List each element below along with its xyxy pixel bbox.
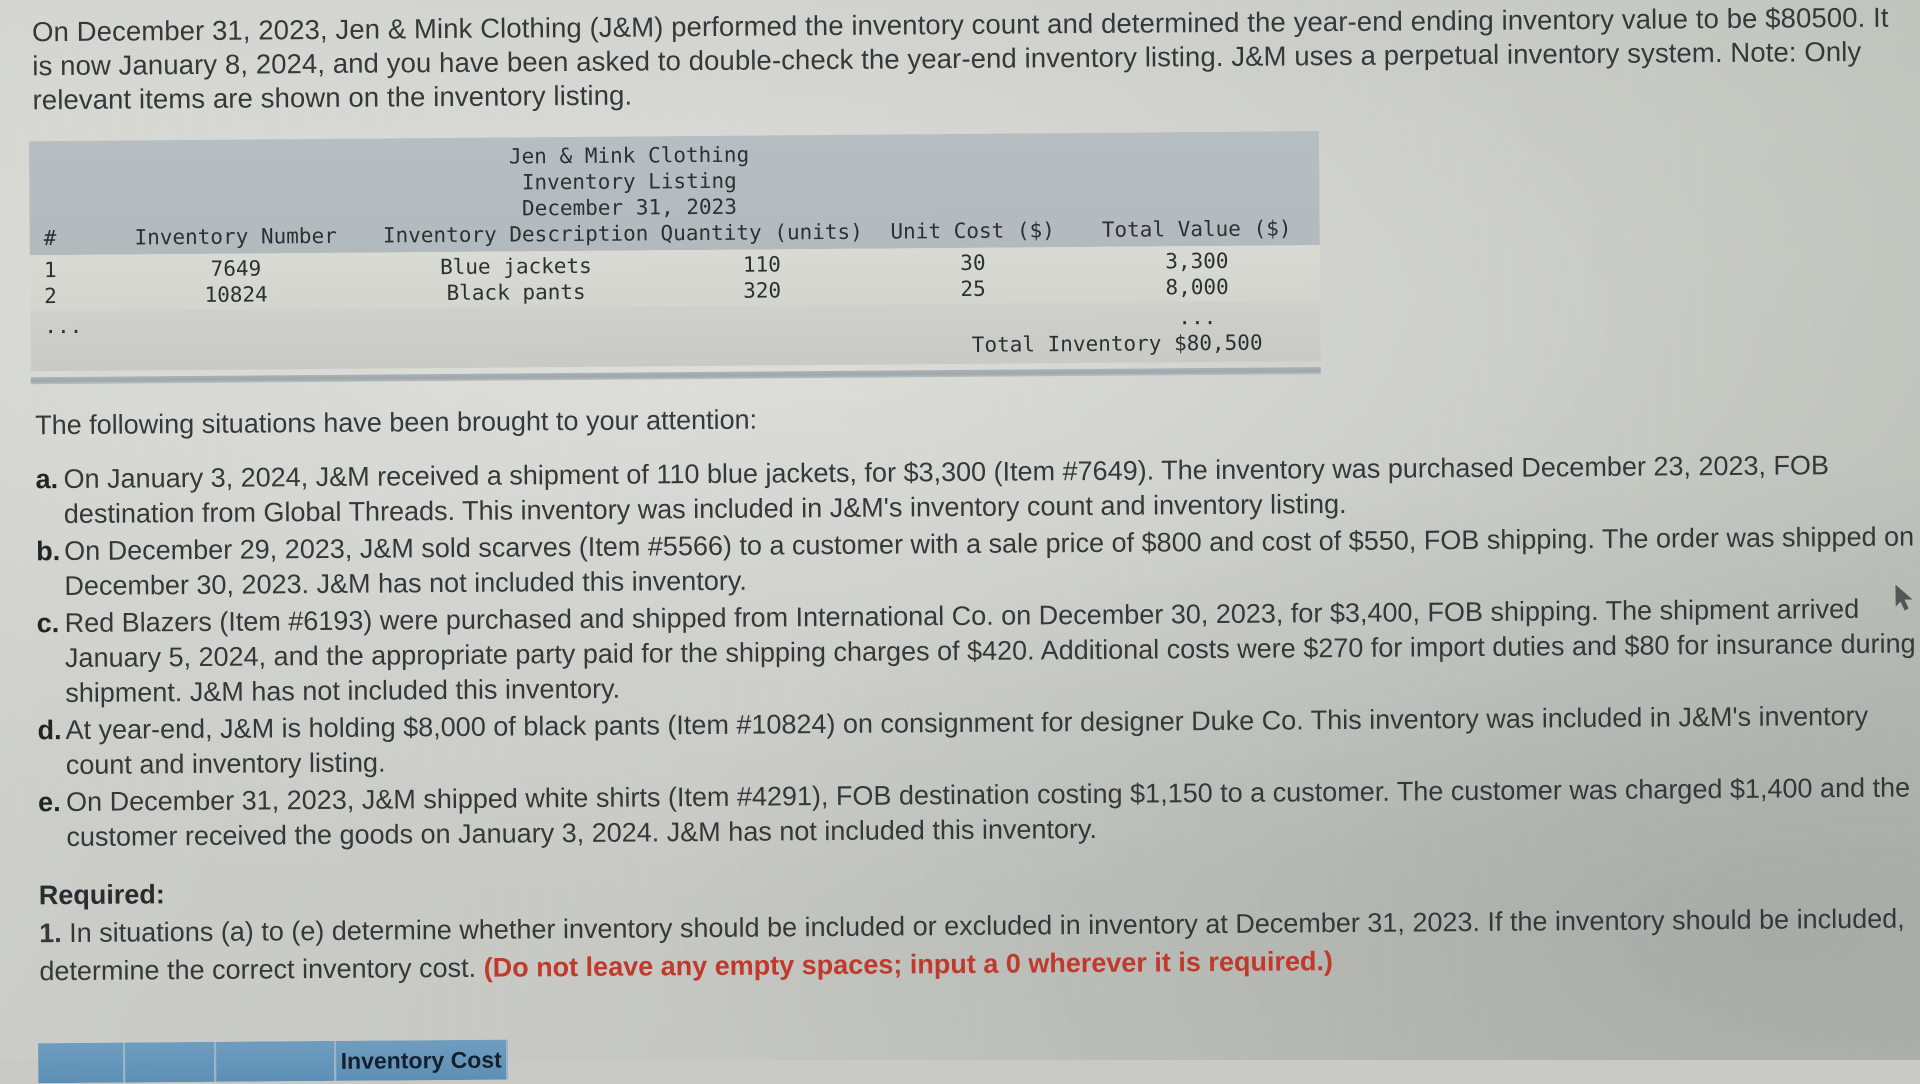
list-item: d. At year-end, J&M is holding $8,000 of…: [37, 698, 1920, 783]
column-header-total-value: Total Value ($): [1101, 216, 1292, 242]
ellipsis-left: ...: [44, 313, 83, 339]
cell-num: 2: [44, 284, 57, 309]
listing-footer: ... ... Total Inventory $80,500: [30, 301, 1321, 372]
column-header-inventory-description: Inventory Description: [382, 221, 649, 248]
answer-col-2-header[interactable]: [124, 1041, 217, 1083]
listing-header-band: Jen & Mink Clothing Inventory Listing De…: [28, 131, 1320, 256]
situation-text-e: On December 31, 2023, J&M shipped white …: [65, 772, 1911, 853]
cell-total-value: 8,000: [1165, 274, 1229, 300]
situations-list: a. On January 3, 2024, J&M received a sh…: [35, 447, 1920, 857]
situation-marker-e: e.: [37, 787, 61, 818]
column-header-num: #: [43, 226, 57, 251]
situation-text-b: On December 29, 2023, J&M sold scarves (…: [64, 521, 1915, 602]
situation-marker-c: c.: [36, 608, 60, 639]
intro-paragraph: On December 31, 2023, Jen & Mink Clothin…: [31, 1, 1889, 116]
required-number: 1.: [39, 918, 62, 949]
list-item: c. Red Blazers (Item #6193) were purchas…: [37, 591, 1920, 711]
cell-unit-cost: 30: [960, 250, 986, 275]
answer-col-1-header[interactable]: [38, 1042, 126, 1084]
list-item: a. On January 3, 2024, J&M received a sh…: [35, 447, 1920, 532]
cell-inventory-number: 7649: [210, 256, 262, 281]
answer-col-inventory-cost-header[interactable]: Inventory Cost: [336, 1039, 509, 1081]
document-content: On December 31, 2023, Jen & Mink Clothin…: [0, 0, 1920, 1084]
column-header-inventory-number: Inventory Number: [134, 223, 337, 250]
list-item: e. On December 31, 2023, J&M shipped whi…: [38, 770, 1920, 855]
situations-lead-text: The following situations have been broug…: [35, 404, 758, 441]
answer-table-header[interactable]: Inventory Cost: [38, 1039, 509, 1084]
situation-marker-b: b.: [36, 536, 61, 567]
situation-marker-d: d.: [37, 715, 62, 746]
situation-marker-a: a.: [35, 464, 59, 495]
cell-num: 1: [43, 258, 57, 283]
required-instruction: 1. In situations (a) to (e) determine wh…: [39, 899, 1920, 990]
column-header-unit-cost: Unit Cost ($): [890, 218, 1055, 244]
cell-inventory-number: 10824: [204, 282, 268, 307]
cell-quantity: 110: [742, 252, 781, 277]
cell-quantity: 320: [743, 278, 782, 303]
ellipsis-right: ...: [1178, 304, 1217, 330]
situation-text-d: At year-end, J&M is holding $8,000 of bl…: [65, 700, 1869, 781]
cell-total-value: 3,300: [1165, 248, 1229, 274]
situation-text-c: Red Blazers (Item #6193) were purchased …: [64, 593, 1916, 709]
listing-rows: 1 7649 Blue jackets 110 30 3,300 2 10824…: [29, 245, 1321, 312]
cell-description: Blue jackets: [439, 253, 592, 280]
column-header-quantity: Quantity (units): [660, 219, 863, 246]
required-warning: (Do not leave any empty spaces; input a …: [483, 946, 1333, 983]
situation-text-a: On January 3, 2024, J&M received a shipm…: [63, 450, 1830, 530]
cell-description: Black pants: [446, 279, 586, 306]
cell-unit-cost: 25: [960, 276, 986, 301]
answer-col-3-header[interactable]: [215, 1040, 337, 1082]
list-item: b. On December 29, 2023, J&M sold scarve…: [36, 519, 1920, 604]
inventory-listing: Jen & Mink Clothing Inventory Listing De…: [28, 131, 1321, 385]
required-block: Required: 1. In situations (a) to (e) de…: [39, 861, 1920, 990]
